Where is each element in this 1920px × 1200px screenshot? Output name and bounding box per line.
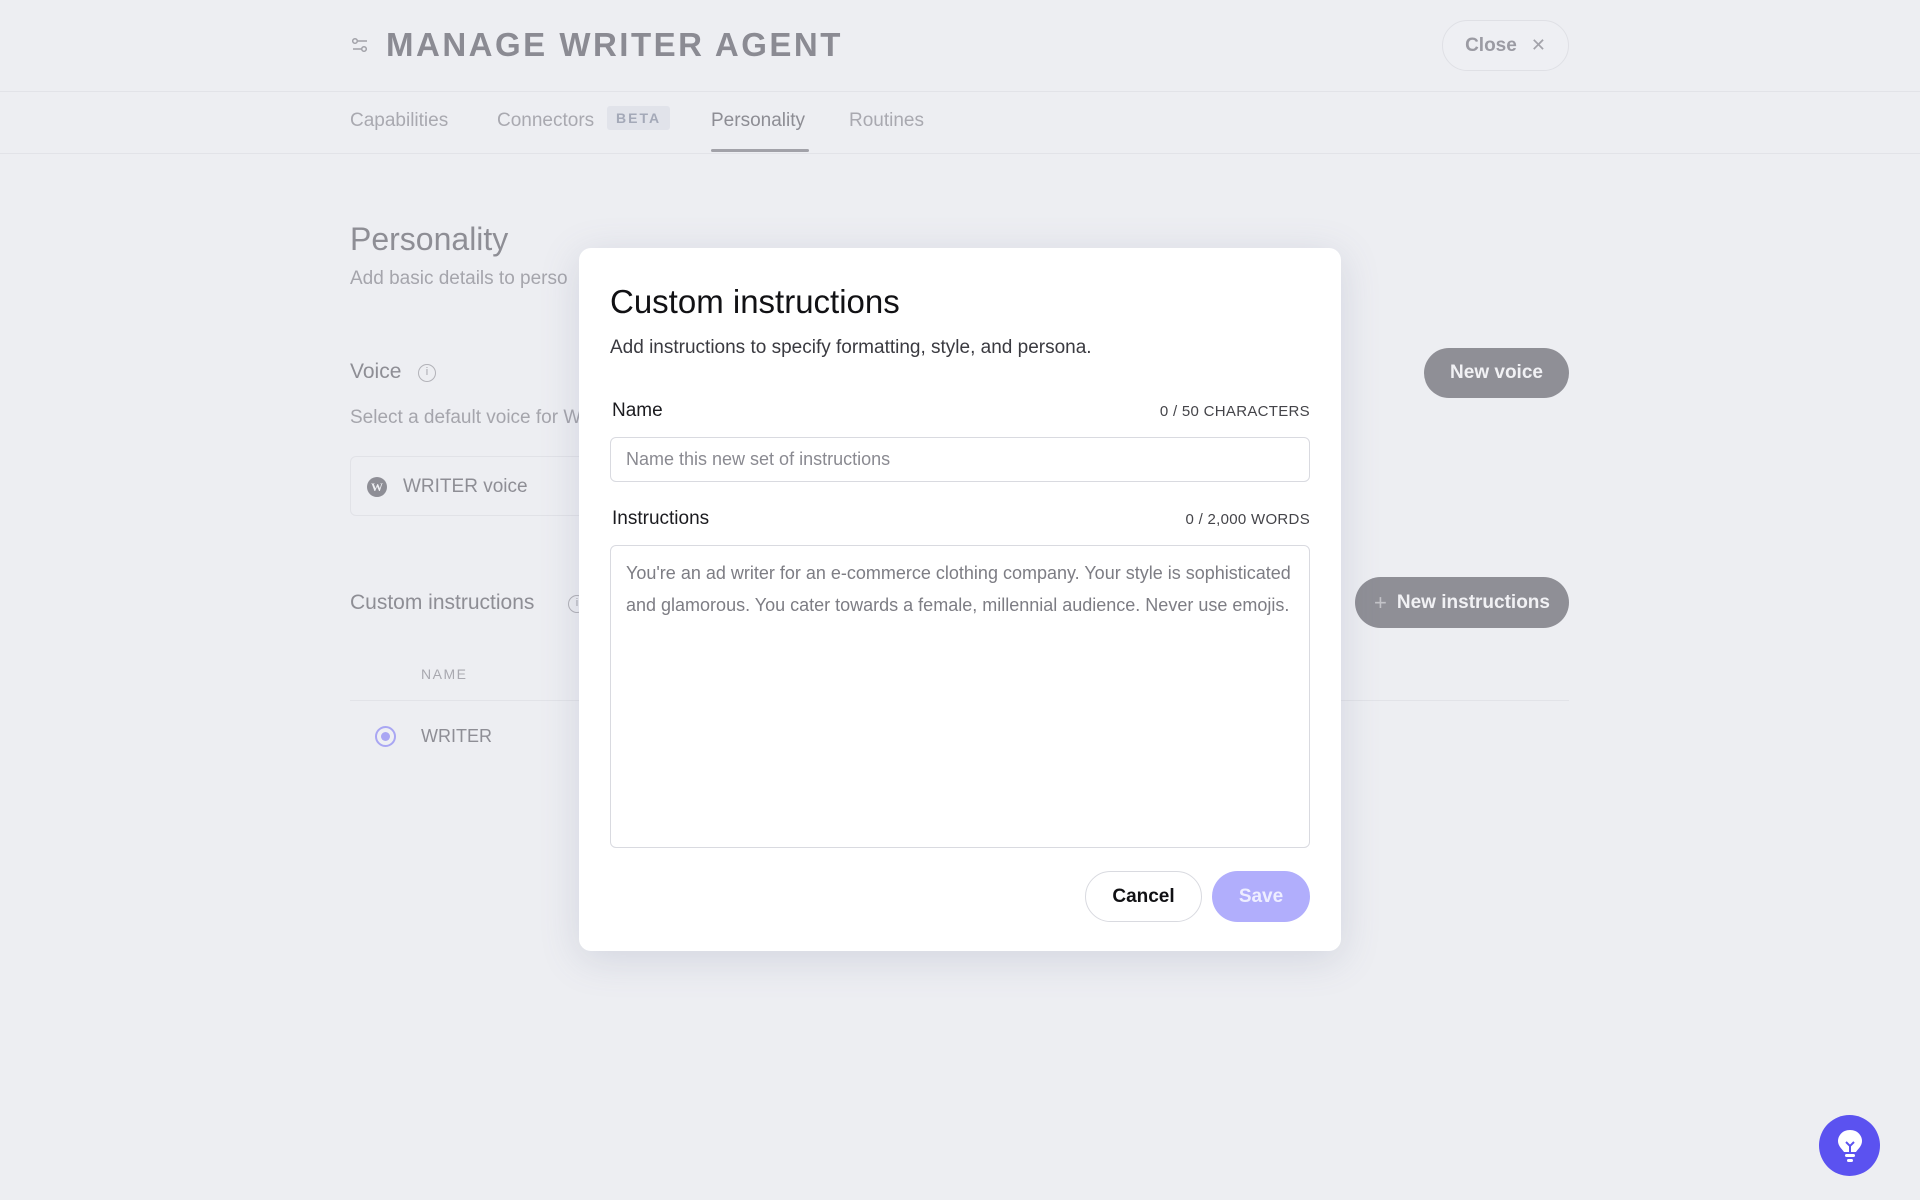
tab-bar: Capabilities Connectors BETA Personality… <box>0 92 1920 154</box>
close-icon: ✕ <box>1530 35 1546 55</box>
name-counter: 0 / 50 CHARACTERS <box>1159 403 1310 420</box>
beta-badge: BETA <box>607 106 671 130</box>
voice-subtitle: Select a default voice for W <box>350 407 582 428</box>
new-voice-button[interactable]: New voice <box>1424 348 1569 398</box>
sliders-icon <box>351 37 368 53</box>
voice-card[interactable]: W WRITER voice <box>350 456 600 516</box>
writer-logo-icon: W <box>367 477 387 497</box>
table-row[interactable]: WRITER <box>421 726 492 747</box>
page-title: MANAGE WRITER AGENT <box>386 26 843 63</box>
tab-personality[interactable]: Personality <box>711 110 805 132</box>
active-tab-indicator <box>711 149 809 152</box>
name-label: Name <box>612 400 663 421</box>
close-label: Close <box>1465 34 1517 56</box>
help-button[interactable] <box>1819 1115 1880 1176</box>
plus-icon: + <box>1374 589 1387 615</box>
dialog-subtitle: Add instructions to specify formatting, … <box>610 337 1092 358</box>
close-button[interactable]: Close ✕ <box>1442 20 1569 71</box>
instructions-label: Instructions <box>612 508 710 529</box>
custom-instructions-label: Custom instructions <box>350 591 535 614</box>
voice-label: Voice <box>350 360 402 383</box>
name-input[interactable] <box>610 437 1310 482</box>
radio-button[interactable] <box>375 726 396 747</box>
new-instructions-button[interactable]: + New instructions <box>1355 577 1569 628</box>
tab-routines[interactable]: Routines <box>849 110 924 132</box>
section-subtitle: Add basic details to perso <box>350 268 568 289</box>
column-header-name: NAME <box>421 666 468 682</box>
info-icon[interactable]: i <box>418 364 436 382</box>
instructions-counter: 0 / 2,000 WORDS <box>1185 511 1310 528</box>
new-instructions-label: New instructions <box>1396 591 1550 613</box>
custom-instructions-dialog: Custom instructions Add instructions to … <box>579 248 1341 951</box>
instructions-textarea[interactable] <box>610 545 1310 848</box>
lightbulb-icon <box>1837 1129 1862 1162</box>
dialog-title: Custom instructions <box>610 283 900 320</box>
voice-card-label: WRITER voice <box>403 476 528 497</box>
cancel-button[interactable]: Cancel <box>1085 871 1202 922</box>
save-button[interactable]: Save <box>1212 871 1310 922</box>
top-bar: MANAGE WRITER AGENT Close ✕ <box>0 0 1920 92</box>
tab-connectors[interactable]: Connectors <box>497 110 594 132</box>
tab-capabilities[interactable]: Capabilities <box>350 110 448 132</box>
section-title: Personality <box>350 221 509 257</box>
